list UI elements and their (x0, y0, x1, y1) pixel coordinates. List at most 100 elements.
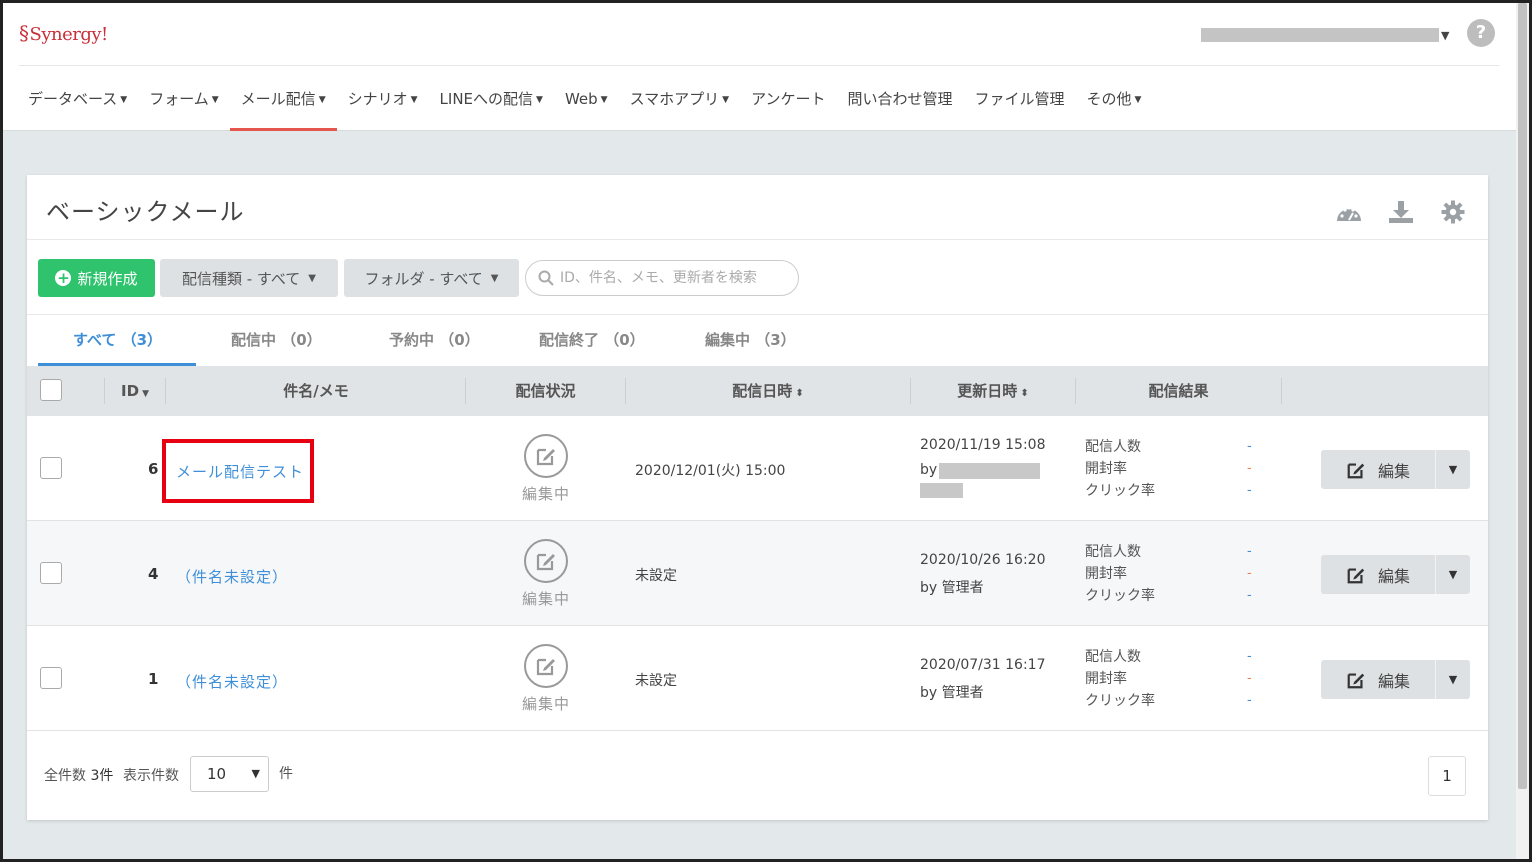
select-all-checkbox[interactable] (40, 379, 62, 401)
nav-item-mail[interactable]: メール配信 ▼ (229, 83, 337, 131)
page-number-button[interactable]: 1 (1428, 756, 1466, 796)
row-send-date: 未設定 (635, 673, 677, 689)
row-updated: 2020/07/31 16:17 (920, 657, 1046, 673)
row-checkbox[interactable] (40, 457, 62, 479)
folder-filter[interactable]: フォルダ - すべて ▼ (344, 259, 519, 297)
caret-down-icon: ▼ (318, 95, 326, 105)
row-send-date: 未設定 (635, 568, 677, 584)
edit-dropdown-toggle[interactable]: ▼ (1436, 450, 1470, 489)
row-subject-link[interactable]: （件名未設定） (176, 566, 288, 587)
id-column-header[interactable]: ID ▼ (105, 366, 165, 416)
row-subject-link[interactable]: （件名未設定） (176, 671, 288, 692)
caret-down-icon: ▼ (490, 272, 499, 284)
new-mail-button[interactable]: + 新規作成 (38, 259, 155, 297)
main-nav: データベース ▼ フォーム ▼ メール配信 ▼ シナリオ ▼ LINEへの配信 ▼ Web… (17, 83, 1152, 131)
caret-down-icon: ▼ (410, 95, 418, 105)
caret-down-icon: ▼ (1134, 95, 1142, 105)
gear-icon[interactable] (1438, 199, 1468, 225)
nav-item-inquiry[interactable]: 問い合わせ管理 (836, 83, 963, 131)
search-input[interactable] (560, 270, 790, 286)
subject-column-header: 件名/メモ (283, 382, 349, 400)
nav-item-scenario[interactable]: シナリオ ▼ (337, 83, 429, 131)
nav-item-files[interactable]: ファイル管理 (963, 83, 1075, 131)
scroll-thumb[interactable] (1518, 3, 1527, 789)
row-status: 編集中 (522, 695, 571, 713)
redacted-username (920, 483, 963, 498)
divider (19, 65, 1499, 66)
edit-button[interactable]: 編集 (1321, 660, 1435, 699)
metric-values: --- (1247, 649, 1252, 708)
highlight-annotation (162, 439, 314, 503)
nav-item-app[interactable]: スマホアプリ ▼ (619, 83, 740, 131)
caret-down-icon: ▼ (120, 95, 128, 105)
caret-down-icon: ▼ (308, 272, 316, 284)
card-tools (1334, 199, 1468, 225)
metric-values: --- (1247, 544, 1252, 603)
tab-finished[interactable]: 配信終了 （0） (539, 329, 645, 350)
nav-item-web[interactable]: Web ▼ (554, 83, 619, 131)
caret-down-icon: ▼ (536, 95, 543, 105)
row-updated: 2020/10/26 16:20 (920, 552, 1046, 568)
scrollbar[interactable] (1516, 3, 1529, 859)
total-count: 全件数 3件 (44, 768, 114, 784)
caret-down-icon: ▼ (722, 95, 730, 105)
metric-labels: 配信人数 開封率 クリック率 (1085, 544, 1155, 604)
edit-status-icon (524, 539, 568, 583)
chevron-down-icon[interactable]: ▼ (1441, 29, 1449, 42)
tab-all[interactable]: すべて （3） (73, 329, 162, 350)
search-box[interactable] (525, 260, 799, 296)
synergy-logo[interactable]: §Synergy! (19, 21, 108, 45)
row-id: 6 (148, 460, 159, 478)
table-header: ID ▼ 件名/メモ 配信状況 配信日時 ⬍ 更新日時 ⬍ 配信結果 (27, 366, 1488, 416)
row-updated: 2020/11/19 15:08 (920, 437, 1046, 453)
sort-icon: ⬍ (795, 388, 804, 399)
nav-item-database[interactable]: データベース ▼ (17, 83, 138, 131)
row-id: 1 (148, 670, 159, 688)
dashboard-icon[interactable] (1334, 199, 1364, 225)
sort-icon: ⬍ (1020, 388, 1029, 399)
row-updated-by: by (920, 462, 938, 478)
row-updated-by: by 管理者 (920, 685, 984, 701)
metric-labels: 配信人数 開封率 クリック率 (1085, 649, 1155, 709)
row-status: 編集中 (522, 485, 571, 503)
edit-button[interactable]: 編集 (1321, 450, 1435, 489)
chevron-down-icon: ▼ (251, 767, 260, 780)
delivery-type-filter[interactable]: 配信種類 - すべて ▼ (160, 259, 338, 297)
edit-icon (1347, 567, 1365, 583)
mail-list-card: ベーシックメール + 新規作成 配信種類 - すべて ▼ フォルダ - すべて ▼ … (27, 175, 1488, 820)
send-date-column-header[interactable]: 配信日時 ⬍ (626, 366, 910, 416)
tab-editing[interactable]: 編集中 （3） (705, 329, 796, 350)
tab-scheduled[interactable]: 予約中 （0） (389, 329, 480, 350)
download-icon[interactable] (1386, 199, 1416, 225)
divider (1281, 378, 1282, 404)
top-header: §Synergy! ▼ ? データベース ▼ フォーム ▼ メール配信 ▼ シナリオ ▼… (3, 3, 1516, 131)
edit-split-button: 編集 ▼ (1321, 450, 1470, 489)
nav-item-form[interactable]: フォーム ▼ (138, 83, 229, 131)
row-checkbox[interactable] (40, 667, 62, 689)
edit-dropdown-toggle[interactable]: ▼ (1436, 555, 1470, 594)
nav-item-line[interactable]: LINEへの配信 ▼ (429, 83, 554, 131)
table-row: 4 （件名未設定） 編集中 未設定 2020/10/26 16:20 by 管理… (27, 521, 1488, 626)
edit-dropdown-toggle[interactable]: ▼ (1436, 660, 1470, 699)
per-page-label: 表示件数 (123, 768, 179, 784)
updated-column-header[interactable]: 更新日時 ⬍ (911, 366, 1075, 416)
nav-item-survey[interactable]: アンケート (740, 83, 836, 131)
per-page-select[interactable]: 10 ▼ (190, 756, 269, 792)
row-updated-by: by 管理者 (920, 580, 984, 596)
edit-split-button: 編集 ▼ (1321, 660, 1470, 699)
nav-item-other[interactable]: その他 ▼ (1076, 83, 1153, 131)
table-row: 1 （件名未設定） 編集中 未設定 2020/07/31 16:17 by 管理… (27, 626, 1488, 731)
row-id: 4 (148, 565, 159, 583)
account-menu[interactable] (1201, 28, 1439, 42)
help-icon[interactable]: ? (1467, 19, 1495, 47)
sort-desc-icon: ▼ (142, 389, 149, 399)
row-status: 編集中 (522, 590, 571, 608)
tab-sending[interactable]: 配信中 （0） (231, 329, 322, 350)
result-column-header: 配信結果 (1148, 382, 1209, 400)
edit-button[interactable]: 編集 (1321, 555, 1435, 594)
row-checkbox[interactable] (40, 562, 62, 584)
divider (27, 314, 1488, 315)
edit-icon (1347, 462, 1365, 478)
per-page-unit: 件 (279, 766, 293, 782)
metric-labels: 配信人数 開封率 クリック率 (1085, 439, 1155, 499)
